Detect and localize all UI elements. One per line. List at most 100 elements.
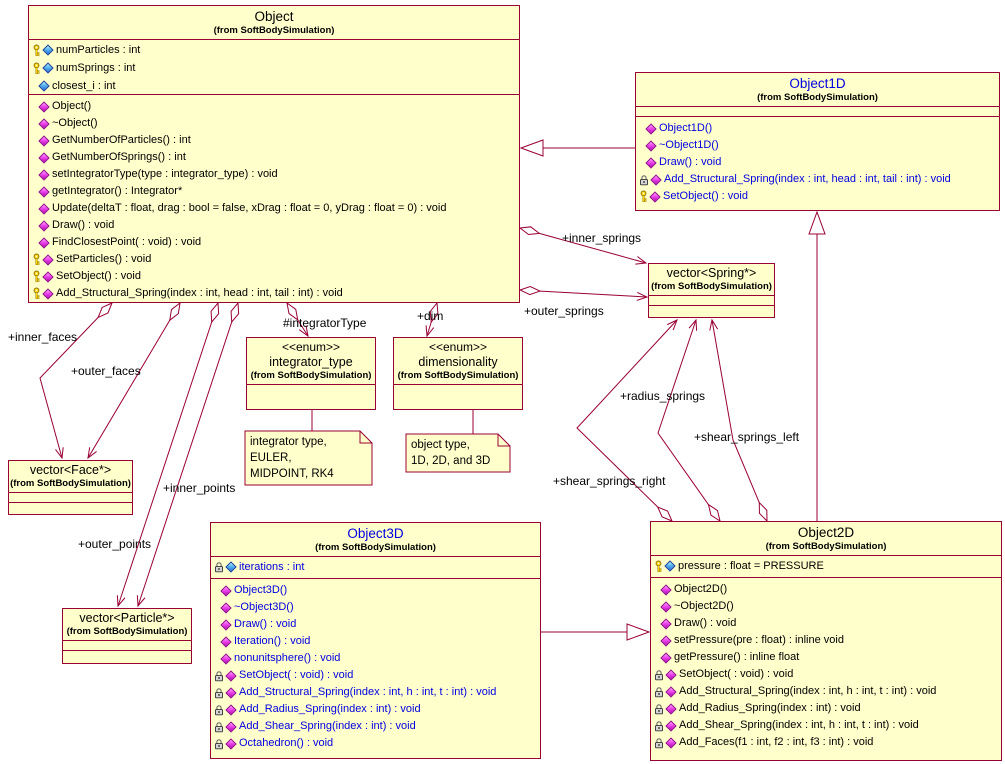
lock-icon <box>654 737 664 749</box>
operation-row: Draw() : void <box>651 615 1001 632</box>
class-title: Object (from SoftBodySimulation) <box>29 6 519 39</box>
operation-row: FindClosestPoint( : void) : void <box>29 234 519 251</box>
class-from-label: (from SoftBodySimulation) <box>66 626 188 637</box>
class-title: <<enum>> integrator_type (from SoftBodyS… <box>247 338 375 384</box>
operation-row: setIntegratorType(type : integrator_type… <box>29 166 519 183</box>
member-text: SetObject() : void <box>663 190 748 202</box>
member-text: ~Object1D() <box>659 139 719 151</box>
note-integrator-text: integrator type, EULER, MIDPOINT, RK4 <box>250 434 334 482</box>
operation-icon <box>42 270 54 283</box>
member-text: GetNumberOfParticles() : int <box>52 134 191 146</box>
operations-compartment: Object2D() ~Object2D() Draw() : void setPre… <box>651 577 1001 760</box>
member-text: Add_Structural_Spring(index : int, head … <box>56 287 343 299</box>
class-title: vector<Face*> (from SoftBodySimulation) <box>9 461 132 492</box>
member-text: ~Object2D() <box>674 600 734 612</box>
operation-icon <box>660 651 672 664</box>
class-vector-spring[interactable]: vector<Spring*> (from SoftBodySimulation… <box>648 263 775 318</box>
aggregation-radius-springs[interactable] <box>657 320 720 521</box>
member-text: getIntegrator() : Integrator* <box>52 185 183 197</box>
operation-row: getIntegrator() : Integrator* <box>29 183 519 200</box>
note-line: EULER, <box>250 452 292 464</box>
operation-row: Add_Radius_Spring(index : int) : void <box>651 700 1001 717</box>
class-object1d[interactable]: Object1D (from SoftBodySimulation) Objec… <box>635 72 1000 211</box>
member-text: Add_Radius_Spring(index : int) : void <box>679 702 861 714</box>
aggregation-inner-faces[interactable] <box>39 303 112 458</box>
member-text: getPressure() : inline float <box>674 651 800 663</box>
operation-icon <box>38 168 50 181</box>
operation-row: Object() <box>29 98 519 115</box>
aggregation-outer-springs[interactable] <box>520 290 647 297</box>
key-icon <box>32 62 41 75</box>
class-title: <<enum>> dimensionality (from SoftBodySi… <box>394 338 522 384</box>
operation-icon <box>220 584 232 597</box>
aggregation-shear-springs-left[interactable] <box>712 320 767 521</box>
class-title: vector<Spring*> (from SoftBodySimulation… <box>649 264 774 295</box>
operation-icon <box>220 601 232 614</box>
aggregation-outer-faces[interactable] <box>88 303 180 458</box>
operation-icon <box>660 634 672 647</box>
attribute-icon <box>42 62 54 74</box>
key-icon <box>32 253 41 266</box>
class-vector-face[interactable]: vector<Face*> (from SoftBodySimulation) <box>8 460 133 515</box>
operation-row: ~Object1D() <box>636 137 999 154</box>
operation-row: Add_Structural_Spring(index : int, h : i… <box>211 684 540 701</box>
class-name: Object3D <box>347 526 404 541</box>
key-icon <box>32 287 41 300</box>
member-text: setIntegratorType(type : integrator_type… <box>52 168 278 180</box>
lock-icon <box>214 687 224 699</box>
operation-row: getPressure() : inline float <box>651 649 1001 666</box>
class-name: vector<Face*> <box>29 463 112 477</box>
attributes-compartment <box>394 384 522 409</box>
lock-icon <box>654 703 664 715</box>
operation-icon <box>42 287 54 300</box>
class-title: Object1D (from SoftBodySimulation) <box>636 73 999 106</box>
class-object3d[interactable]: Object3D (from SoftBodySimulation) itera… <box>210 522 541 759</box>
class-enum-integrator-type[interactable]: <<enum>> integrator_type (from SoftBodyS… <box>246 337 376 410</box>
operation-icon <box>660 583 672 596</box>
attributes-compartment <box>63 640 191 650</box>
member-text: iterations : int <box>239 561 305 573</box>
member-text: setPressure(pre : float) : inline void <box>674 634 844 646</box>
member-text: nonunitsphere() : void <box>234 652 341 664</box>
class-name: Object <box>254 9 294 24</box>
class-from-label: (from SoftBodySimulation) <box>765 541 887 552</box>
operation-row: Draw() : void <box>29 217 519 234</box>
member-text: SetParticles() : void <box>56 253 152 265</box>
attributes-compartment <box>649 295 774 305</box>
operation-row: Add_Faces(f1 : int, f2 : int, f3 : int) … <box>651 734 1001 751</box>
attributes-compartment: pressure : float = PRESSURE <box>651 555 1001 577</box>
operation-icon <box>665 736 677 749</box>
member-text: SetObject( : void) : void <box>679 668 794 680</box>
lock-icon <box>639 174 649 186</box>
key-icon <box>32 44 41 57</box>
class-title: vector<Particle*> (from SoftBodySimulati… <box>63 609 191 640</box>
operation-icon <box>225 720 237 733</box>
operation-icon <box>645 122 657 135</box>
operation-icon <box>660 600 672 613</box>
operation-row: SetParticles() : void <box>29 251 519 268</box>
operation-row: GetNumberOfSprings() : int <box>29 149 519 166</box>
note-line: 1D, 2D, and 3D <box>411 455 491 467</box>
operation-row: Draw() : void <box>211 616 540 633</box>
member-text: pressure : float = PRESSURE <box>678 560 824 572</box>
operation-icon <box>665 685 677 698</box>
edge-label-radius-springs: +radius_springs <box>620 389 706 403</box>
class-from-label: (from SoftBodySimulation) <box>10 478 131 489</box>
class-object2d[interactable]: Object2D (from SoftBodySimulation) press… <box>650 521 1002 761</box>
attributes-compartment <box>247 384 375 409</box>
operation-row: Object3D() <box>211 582 540 599</box>
class-vector-particle[interactable]: vector<Particle*> (from SoftBodySimulati… <box>62 608 192 664</box>
member-text: Update(deltaT : float, drag : bool = fal… <box>52 202 447 214</box>
operation-icon <box>665 668 677 681</box>
note-line: MIDPOINT, RK4 <box>250 468 334 480</box>
operation-icon <box>225 669 237 682</box>
class-object[interactable]: Object (from SoftBodySimulation) numPart… <box>28 5 520 303</box>
attribute-row: closest_i : int <box>29 77 519 94</box>
class-title: Object3D (from SoftBodySimulation) <box>211 523 540 556</box>
note-line: integrator type, <box>250 436 327 448</box>
aggregation-inner-points[interactable] <box>118 303 218 606</box>
class-enum-dimensionality[interactable]: <<enum>> dimensionality (from SoftBodySi… <box>393 337 523 410</box>
operations-compartment <box>63 650 191 663</box>
edge-label-inner-faces: +inner_faces <box>8 330 78 344</box>
operation-icon <box>38 202 50 215</box>
